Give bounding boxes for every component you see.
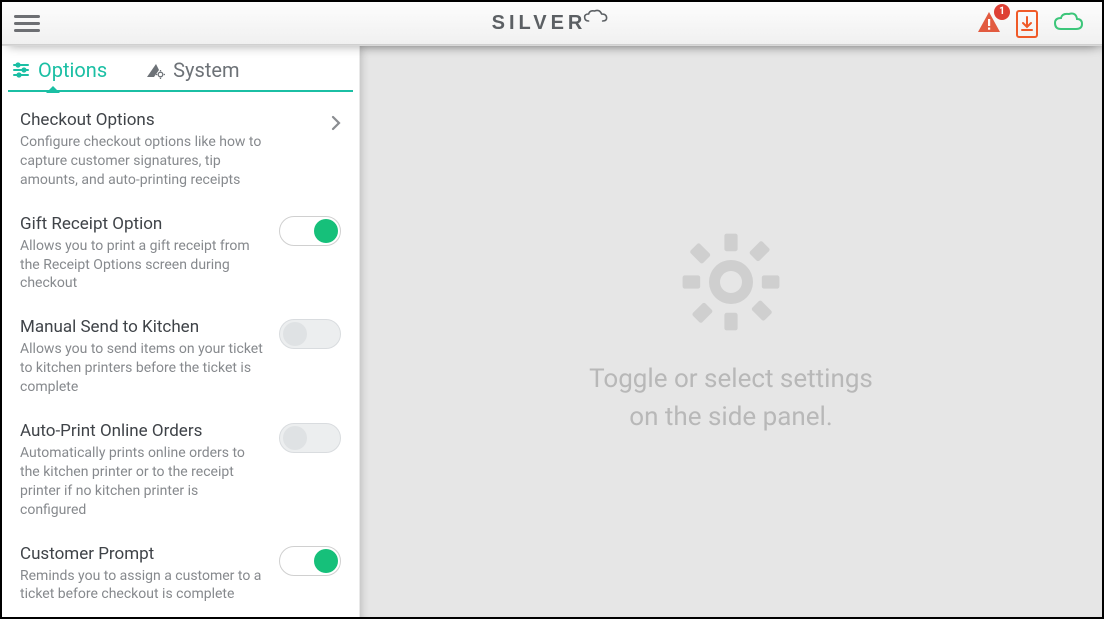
main-placeholder-text: Toggle or select settings on the side pa… [589,361,873,436]
row-title: Auto-Print Online Orders [20,421,265,441]
row-gift-receipt: Gift Receipt Option Allows you to print … [20,214,341,294]
tab-options-label: Options [38,58,107,82]
tab-system-label: System [173,58,239,82]
main-panel: Toggle or select settings on the side pa… [360,46,1102,617]
menu-icon[interactable] [14,11,40,37]
toggle-customer-prompt[interactable] [279,546,341,576]
alert-badge: 1 [994,4,1010,20]
row-customer-prompt: Customer Prompt Reminds you to assign a … [20,544,341,605]
row-desc: Configure checkout options like how to c… [20,133,280,190]
row-autoprint-online: Auto-Print Online Orders Automatically p… [20,421,341,520]
sidebar: Options System Checkout Options Configur… [2,46,360,617]
chevron-right-icon [331,110,341,137]
alert-icon[interactable]: 1 [976,10,1002,38]
tab-system[interactable]: System [145,58,239,92]
row-title: Gift Receipt Option [20,214,265,234]
row-title: Manual Send to Kitchen [20,317,265,337]
sliders-icon [12,61,30,79]
row-checkout-options[interactable]: Checkout Options Configure checkout opti… [20,110,341,190]
main-line2: on the side panel. [589,399,873,437]
row-desc: Automatically prints online orders to th… [20,444,265,520]
toggle-manual-kitchen[interactable] [279,319,341,349]
tabs: Options System [2,46,359,92]
gear-icon [676,227,786,337]
main-line1: Toggle or select settings [589,361,873,399]
row-desc: Reminds you to assign a customer to a ti… [20,567,265,605]
brand-text: SILVER [492,12,587,35]
row-desc: Allows you to send items on your ticket … [20,340,265,397]
row-manual-kitchen: Manual Send to Kitchen Allows you to sen… [20,317,341,397]
download-icon[interactable] [1016,10,1038,38]
row-title: Customer Prompt [20,544,265,564]
network-gear-icon [145,61,165,79]
brand-logo: SILVER [492,12,613,35]
row-desc: Allows you to print a gift receipt from … [20,237,265,294]
cloud-accent-icon [582,9,608,23]
toggle-gift-receipt[interactable] [279,216,341,246]
toggle-autoprint-online[interactable] [279,423,341,453]
row-title: Checkout Options [20,110,317,130]
top-bar: SILVER 1 [2,2,1102,46]
cloud-status-icon[interactable] [1052,11,1084,37]
settings-list: Checkout Options Configure checkout opti… [2,92,359,617]
